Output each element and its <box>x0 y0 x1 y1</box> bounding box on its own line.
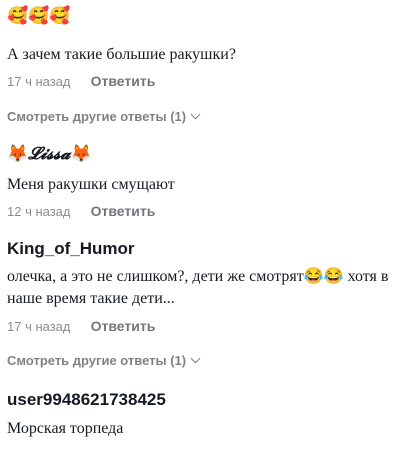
view-more-replies-label: Смотреть другие ответы (1) <box>7 353 187 368</box>
chevron-down-icon <box>190 109 201 120</box>
comment-time: 17 ч назад <box>7 319 71 334</box>
fox-icon: 🦊 <box>7 144 29 164</box>
reply-button[interactable]: Ответить <box>91 203 156 219</box>
comment-text: Морская торпеда <box>7 420 124 437</box>
chevron-down-icon <box>190 353 201 364</box>
author-name: 𝓛𝓲𝓼𝓼𝓪 <box>28 144 71 164</box>
comment-text-line-2: наше время такие дети... <box>7 290 175 307</box>
comment-time: 12 ч назад <box>7 204 71 219</box>
reply-button[interactable]: Ответить <box>91 318 156 334</box>
comment-time: 17 ч назад <box>7 74 71 89</box>
comment-meta: 12 ч назад Ответить <box>7 203 155 219</box>
view-more-replies-label: Смотреть другие ответы (1) <box>7 109 187 124</box>
comment-author[interactable]: 🥰🥰🥰 <box>7 6 71 26</box>
comment-author[interactable]: 🦊𝓛𝓲𝓼𝓼𝓪🦊 <box>7 144 92 164</box>
comment-meta: 17 ч назад Ответить <box>7 318 155 334</box>
comment-text-line-1: олечка, а это не слишком?, дети же смотр… <box>7 268 389 285</box>
comment-author[interactable]: King_of_Humor <box>7 239 135 259</box>
comment-meta: 17 ч назад Ответить <box>7 73 155 89</box>
comment-text: А зачем такие большие ракушки? <box>7 46 236 63</box>
view-more-replies-button[interactable]: Смотреть другие ответы (1) <box>7 109 201 124</box>
fox-icon: 🦊 <box>70 144 92 164</box>
comment-text: Меня ракушки смущают <box>7 176 175 193</box>
comment-author[interactable]: user9948621738425 <box>7 390 166 410</box>
reply-button[interactable]: Ответить <box>91 73 156 89</box>
view-more-replies-button[interactable]: Смотреть другие ответы (1) <box>7 353 201 368</box>
